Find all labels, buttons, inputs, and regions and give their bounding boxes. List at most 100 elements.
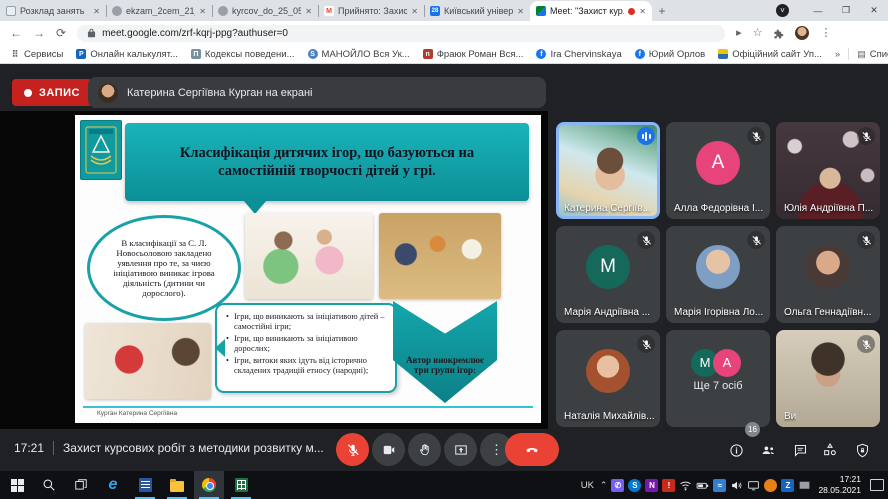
bookmark-ira[interactable]: f Ira Chervinskaya xyxy=(536,49,621,60)
tab-schedule[interactable]: Розклад занять ✕ xyxy=(0,1,106,21)
more-participants-tile[interactable]: М А Ще 7 осіб xyxy=(666,330,770,427)
meeting-details-button[interactable] xyxy=(726,440,746,460)
bookmark-label: Сервисы xyxy=(24,49,63,60)
tab-meet-active[interactable]: Meet: "Захист кур..." ✕ xyxy=(530,1,652,21)
z-app-tray-icon[interactable]: Z xyxy=(781,479,794,492)
skype-tray-icon[interactable]: S xyxy=(628,479,641,492)
bookmark-star-icon[interactable]: ☆ xyxy=(753,28,763,39)
forward-icon[interactable]: → xyxy=(33,27,45,39)
activities-button[interactable] xyxy=(820,440,840,460)
bookmarks-bar: ⠿ Сервисы P Онлайн калькулят... Π Кодекс… xyxy=(0,45,888,64)
language-indicator[interactable]: UK xyxy=(581,480,594,491)
edge-icon: e xyxy=(109,477,118,493)
tab-calendar[interactable]: 28 Київський університе... ✕ xyxy=(424,1,530,21)
media-control-button[interactable]: ˅ xyxy=(776,4,789,17)
participant-name: Наталія Михайлів... xyxy=(564,411,655,422)
more-participants-label: Ще 7 осіб xyxy=(666,380,770,392)
initial-avatar: А xyxy=(713,349,741,377)
camera-toggle-button[interactable] xyxy=(372,433,405,466)
tab-ekzam-pdf[interactable]: ekzam_2cem_21_05_1... ✕ xyxy=(106,1,212,21)
tab-close-icon[interactable]: ✕ xyxy=(93,7,100,16)
bookmark-official-site[interactable]: Офіційний сайт Уп... xyxy=(718,49,822,60)
participants-panel-button[interactable] xyxy=(758,440,778,460)
reading-list-button[interactable]: ▤ Список для чтения xyxy=(857,49,888,60)
display-tray-icon[interactable] xyxy=(747,479,760,492)
bookmark-calculator[interactable]: P Онлайн калькулят... xyxy=(76,49,178,60)
tab-close-icon[interactable]: ✕ xyxy=(517,7,524,16)
start-button[interactable] xyxy=(2,471,32,499)
bookmark-codes[interactable]: Π Кодексы поведени... xyxy=(191,49,295,60)
raise-hand-button[interactable] xyxy=(408,433,441,466)
reload-icon[interactable]: ⟳ xyxy=(56,27,66,39)
bookmark-manoylo[interactable]: S МАНОЙЛО Вся Ук... xyxy=(308,49,410,60)
tab-gmail[interactable]: M Прийнято: Захист кур... ✕ xyxy=(318,1,424,21)
bookmark-services[interactable]: ⠿ Сервисы xyxy=(10,49,63,60)
file-explorer-button[interactable] xyxy=(162,471,192,499)
tab-kyrcov-pdf[interactable]: kyrcov_do_25_05.pdf ✕ xyxy=(212,1,318,21)
taskbar-clock[interactable]: 17:21 28.05.2021 xyxy=(818,474,861,495)
end-call-button[interactable] xyxy=(505,433,559,466)
word-taskbar-button[interactable] xyxy=(130,471,160,499)
wifi-tray-icon[interactable] xyxy=(679,479,692,492)
taskbar-search-button[interactable] xyxy=(34,471,64,499)
bookmark-frayuk[interactable]: n Фраюк Роман Вся... xyxy=(423,49,524,60)
battery-tray-icon[interactable] xyxy=(696,479,709,492)
presenter-pill[interactable]: Катерина Сергіївна Курган на екрані xyxy=(88,77,546,108)
security-warning-tray-icon[interactable]: ! xyxy=(662,479,675,492)
tab-close-icon[interactable]: ✕ xyxy=(199,7,206,16)
folder-icon xyxy=(170,481,184,492)
participant-tile[interactable]: Ольга Геннадіївн... xyxy=(776,226,880,323)
windows-logo-icon xyxy=(11,479,24,492)
screen-share-region: Класифікація дитячих ігор, що базуються … xyxy=(0,111,548,429)
back-icon[interactable]: ← xyxy=(10,27,22,39)
chat-panel-button[interactable] xyxy=(790,440,810,460)
task-view-icon xyxy=(74,478,88,492)
chrome-taskbar-button[interactable] xyxy=(194,471,224,499)
gmail-favicon-icon: M xyxy=(324,6,334,16)
tab-close-icon[interactable]: ✕ xyxy=(411,7,418,16)
participant-tile[interactable]: М Марія Андріївна ... xyxy=(556,226,660,323)
window-minimize-button[interactable]: — xyxy=(804,0,832,21)
window-maximize-button[interactable]: ❐ xyxy=(832,0,860,21)
tab-close-icon[interactable]: ✕ xyxy=(305,7,312,16)
weather-tray-icon[interactable]: ≈ xyxy=(713,479,726,492)
self-view-tile[interactable]: Ви xyxy=(776,330,880,427)
edge-taskbar-button[interactable]: e xyxy=(98,471,128,499)
extensions-icon[interactable] xyxy=(773,28,784,39)
slide-bullet-box: Ігри, що виникають за ініціативою дітей … xyxy=(215,303,397,393)
media-session-icon[interactable]: ▸ xyxy=(736,28,742,39)
hidden-icons-chevron-icon[interactable]: ⌃ xyxy=(600,480,608,491)
onenote-tray-icon[interactable]: N xyxy=(645,479,658,492)
host-controls-button[interactable] xyxy=(852,440,872,460)
second-monitor-tray-icon[interactable] xyxy=(798,479,811,492)
bookmark-label: Кодексы поведени... xyxy=(205,49,295,60)
present-screen-button[interactable] xyxy=(444,433,477,466)
bullet-item: Ігри, що виникають за ініціативою доросл… xyxy=(226,334,387,353)
browser-menu-icon[interactable]: ⋮ xyxy=(820,28,831,39)
participant-tile[interactable]: Катерина Сергіїв... xyxy=(556,122,660,219)
new-tab-button[interactable]: + xyxy=(652,1,672,21)
participant-tile[interactable]: Наталія Михайлів... xyxy=(556,330,660,427)
participant-tile[interactable]: Марія Ігорівна Ло... xyxy=(666,226,770,323)
lock-icon xyxy=(87,28,96,38)
calc-taskbar-button[interactable] xyxy=(226,471,256,499)
viber-tray-icon[interactable]: ✆ xyxy=(611,479,624,492)
address-bar[interactable]: meet.google.com/zrf-kqrj-ppg?authuser=0 xyxy=(77,25,725,42)
window-close-button[interactable]: ✕ xyxy=(860,0,888,21)
action-center-icon[interactable] xyxy=(870,479,884,491)
profile-avatar[interactable] xyxy=(795,26,809,40)
java-tray-icon[interactable] xyxy=(764,479,777,492)
bookmarks-overflow-icon[interactable]: » xyxy=(835,49,840,60)
chrome-icon xyxy=(202,478,216,492)
participant-name: Катерина Сергіїв... xyxy=(564,203,651,214)
tab-title: Розклад занять xyxy=(20,6,89,16)
participant-tile[interactable]: Юлія Андріївна П... xyxy=(776,122,880,219)
volume-tray-icon[interactable] xyxy=(730,479,743,492)
tab-close-icon[interactable]: ✕ xyxy=(639,7,646,16)
mic-toggle-button[interactable] xyxy=(336,433,369,466)
participant-tile[interactable]: А Алла Федорівна І... xyxy=(666,122,770,219)
task-view-button[interactable] xyxy=(66,471,96,499)
meet-main-area: ЗАПИС Катерина Сергіївна Курган на екран… xyxy=(0,65,888,471)
bookmark-orlov[interactable]: f Юрий Орлов xyxy=(635,49,705,60)
tab-title: Прийнято: Захист кур... xyxy=(338,6,407,16)
